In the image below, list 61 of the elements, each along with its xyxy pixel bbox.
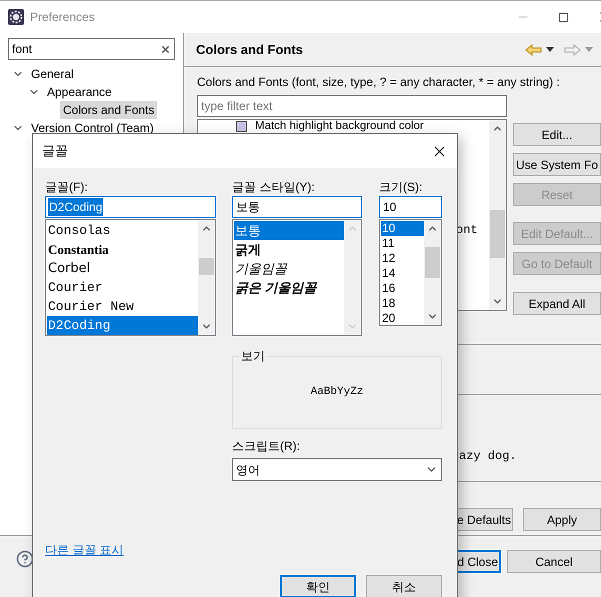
dropdown-icon[interactable] — [546, 47, 554, 52]
eclipse-icon — [8, 9, 24, 25]
size-option[interactable]: 12 — [381, 251, 424, 266]
window-title: Preferences — [30, 9, 95, 26]
size-option[interactable]: 18 — [381, 296, 424, 311]
script-label: 스크립트(R): — [232, 439, 301, 454]
style-label: 글꼴 스타일(Y): — [232, 180, 316, 195]
button[interactable]: Expand All — [513, 292, 601, 315]
help-icon[interactable] — [16, 550, 34, 568]
scrollbar[interactable] — [424, 220, 441, 325]
font-option[interactable]: Consolas — [47, 221, 198, 240]
scrollbar-thumb[interactable] — [425, 247, 440, 278]
font-list[interactable]: Consolas Constantia Corbel Courier Courier New D2Coding — [45, 219, 216, 336]
size-option[interactable]: 16 — [381, 281, 424, 296]
button[interactable]: Use System Fo — [513, 153, 601, 176]
size-label: 크기(S): — [379, 180, 424, 195]
list-item[interactable]: Match highlight background color — [255, 120, 424, 132]
size-option[interactable]: 20 — [381, 311, 424, 325]
button[interactable]: Cancel — [507, 550, 601, 573]
button[interactable]: Apply — [523, 508, 601, 531]
clear-icon[interactable] — [160, 44, 171, 54]
button[interactable]: 취소 — [366, 575, 442, 597]
font-name-field[interactable]: D2Coding — [45, 196, 216, 218]
more-fonts-link[interactable]: 다른 글꼴 표시 — [45, 543, 124, 557]
style-option[interactable]: 기울임꼴 — [234, 259, 344, 278]
tree-item[interactable]: Colors and Fonts — [60, 101, 158, 119]
script-select[interactable]: 영어 — [232, 458, 442, 481]
filter-field[interactable]: type filter text — [197, 95, 507, 117]
tree-item[interactable]: General — [28, 65, 77, 83]
font-label: 글꼴(F): — [45, 180, 89, 195]
font-option[interactable]: Corbel — [47, 259, 198, 278]
scrollbar[interactable] — [198, 220, 215, 335]
font-option[interactable]: Courier — [47, 278, 198, 297]
style-list[interactable]: 보통 굵게 기울임꼴 굵은 기울임꼴 — [232, 219, 362, 336]
style-option[interactable]: 보통 — [234, 221, 344, 240]
description-text: Colors and Fonts (font, size, type, ? = any character, * = any string) : — [197, 74, 561, 91]
dialog-title: 글꼴 — [42, 142, 68, 160]
button[interactable]: Edit... — [513, 123, 601, 146]
size-option[interactable]: 14 — [381, 266, 424, 281]
scrollbar-thumb[interactable] — [199, 258, 214, 275]
button[interactable]: 확인 — [280, 575, 356, 597]
style-option[interactable]: 굵게 — [234, 240, 344, 259]
tree-item[interactable]: Version Control (Team) — [28, 119, 157, 137]
style-option[interactable]: 굵은 기울임꼴 — [234, 278, 344, 297]
style-field[interactable]: 보통 — [232, 196, 362, 218]
font-option[interactable]: Constantia — [47, 240, 198, 259]
font-option[interactable]: D2Coding — [47, 316, 198, 335]
size-option[interactable]: 11 — [381, 236, 424, 251]
size-list[interactable]: 10 11 12 14 16 18 20 — [379, 219, 442, 326]
maximize-icon[interactable] — [558, 12, 569, 22]
scrollbar[interactable] — [489, 120, 506, 310]
sample-text: AaBbYyZz — [310, 385, 364, 400]
sample-label: 보기 — [239, 348, 267, 364]
size-field[interactable]: 10 — [379, 196, 442, 218]
search-field[interactable]: font — [8, 38, 175, 60]
page-title: Colors and Fonts — [196, 40, 303, 59]
size-option[interactable]: 10 — [381, 221, 424, 236]
tree-item[interactable]: Appearance — [44, 83, 115, 101]
preview-text: azy dog. — [459, 449, 517, 463]
scrollbar-thumb[interactable] — [490, 210, 505, 258]
font-option[interactable]: Courier New — [47, 297, 198, 316]
